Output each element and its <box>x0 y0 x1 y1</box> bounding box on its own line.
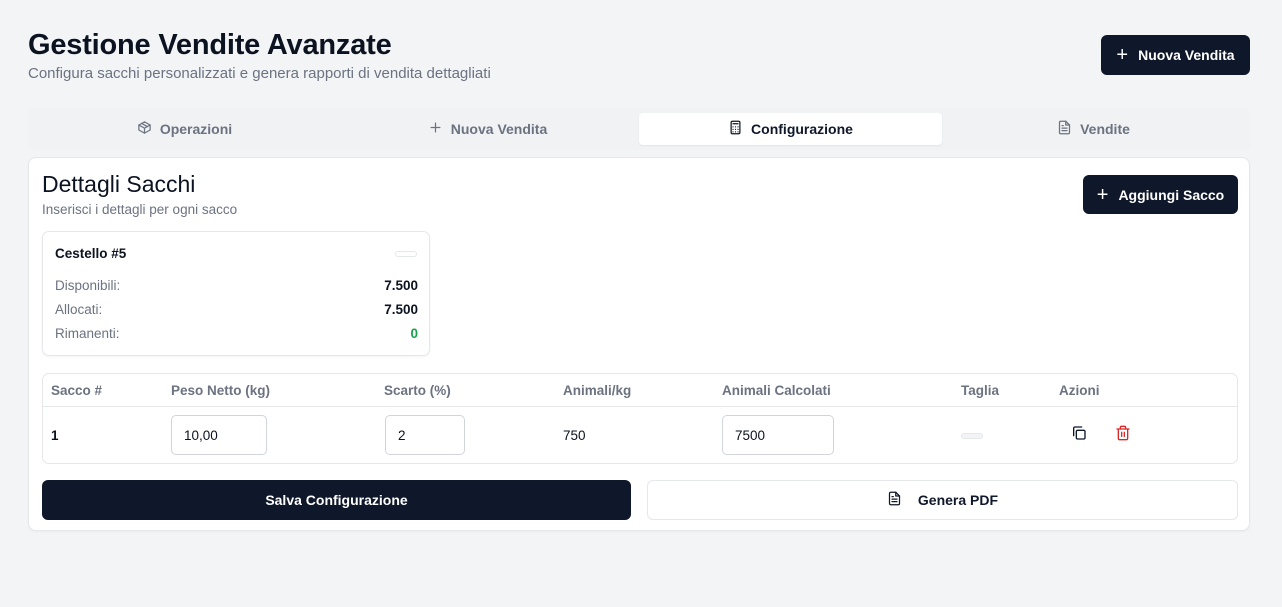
generate-pdf-button[interactable]: Genera PDF <box>647 480 1238 520</box>
bags-card: Dettagli Sacchi Inserisci i dettagli per… <box>28 157 1250 531</box>
tab-label: Operazioni <box>159 121 233 137</box>
section-subtitle: Inserisci i dettagli per ogni sacco <box>42 202 238 217</box>
column-header: Sacco # <box>51 383 103 398</box>
bag-number: 1 <box>51 428 59 443</box>
package-icon <box>137 120 152 138</box>
waste-percent-input[interactable] <box>385 415 465 455</box>
tab-operazioni[interactable]: Operazioni <box>33 113 336 145</box>
stat-value: 0 <box>410 326 418 341</box>
page-subtitle: Configura sacchi personalizzati e genera… <box>28 65 491 82</box>
basket-badge <box>395 251 417 257</box>
delete-bag-button[interactable] <box>1109 421 1137 449</box>
save-button-label: Salva Configurazione <box>265 492 408 508</box>
stat-allocated: Allocati: 7.500 <box>55 302 418 317</box>
stat-remaining: Rimanenti: 0 <box>55 326 418 341</box>
calculated-animals-input[interactable] <box>722 415 834 455</box>
plus-icon: + <box>1096 183 1109 206</box>
page-header: Gestione Vendite Avanzate Configura sacc… <box>28 28 491 82</box>
column-header: Taglia <box>961 383 1000 398</box>
stat-label: Rimanenti: <box>55 326 120 341</box>
column-header: Scarto (%) <box>384 383 451 398</box>
section-title: Dettagli Sacchi <box>42 171 196 197</box>
animals-per-kg: 750 <box>563 428 586 443</box>
tab-configurazione[interactable]: Configurazione <box>639 113 942 145</box>
column-header: Animali/kg <box>563 383 632 398</box>
table-header: Sacco # Peso Netto (kg) Scarto (%) Anima… <box>43 374 1237 407</box>
trash-icon <box>1115 425 1131 446</box>
stat-label: Disponibili: <box>55 278 121 293</box>
stat-label: Allocati: <box>55 302 103 317</box>
tab-label: Nuova Vendita <box>450 121 548 137</box>
tab-nuova-vendita[interactable]: Nuova Vendita <box>336 113 639 145</box>
pdf-button-label: Genera PDF <box>917 492 999 508</box>
document-icon <box>887 491 902 509</box>
column-header: Peso Netto (kg) <box>171 383 271 398</box>
save-configuration-button[interactable]: Salva Configurazione <box>42 480 631 520</box>
duplicate-bag-button[interactable] <box>1065 421 1093 449</box>
column-header: Animali Calcolati <box>722 383 831 398</box>
plus-icon <box>428 120 443 138</box>
net-weight-input[interactable] <box>171 415 267 455</box>
tab-label: Configurazione <box>751 121 853 137</box>
bags-table: Sacco # Peso Netto (kg) Scarto (%) Anima… <box>42 373 1238 464</box>
size-badge <box>961 433 983 439</box>
calculator-icon <box>728 120 743 138</box>
document-icon <box>1057 120 1072 138</box>
new-sale-button-label: Nuova Vendita <box>1138 47 1235 63</box>
stat-available: Disponibili: 7.500 <box>55 278 418 293</box>
tab-label: Vendite <box>1080 121 1130 137</box>
add-bag-button-label: Aggiungi Sacco <box>1118 186 1225 203</box>
plus-icon: + <box>1116 44 1129 66</box>
stat-value: 7.500 <box>384 278 418 293</box>
page-title: Gestione Vendite Avanzate <box>28 29 392 61</box>
tab-bar: Operazioni Nuova Vendita Configurazione … <box>28 108 1250 150</box>
basket-summary-card: Cestello #5 Disponibili: 7.500 Allocati:… <box>42 231 430 356</box>
basket-name: Cestello #5 <box>55 246 127 261</box>
copy-icon <box>1071 425 1087 446</box>
add-bag-button[interactable]: + Aggiungi Sacco <box>1083 175 1238 214</box>
tab-vendite[interactable]: Vendite <box>942 113 1245 145</box>
column-header: Azioni <box>1059 383 1100 398</box>
new-sale-button[interactable]: + Nuova Vendita <box>1101 35 1250 75</box>
stat-value: 7.500 <box>384 302 418 317</box>
